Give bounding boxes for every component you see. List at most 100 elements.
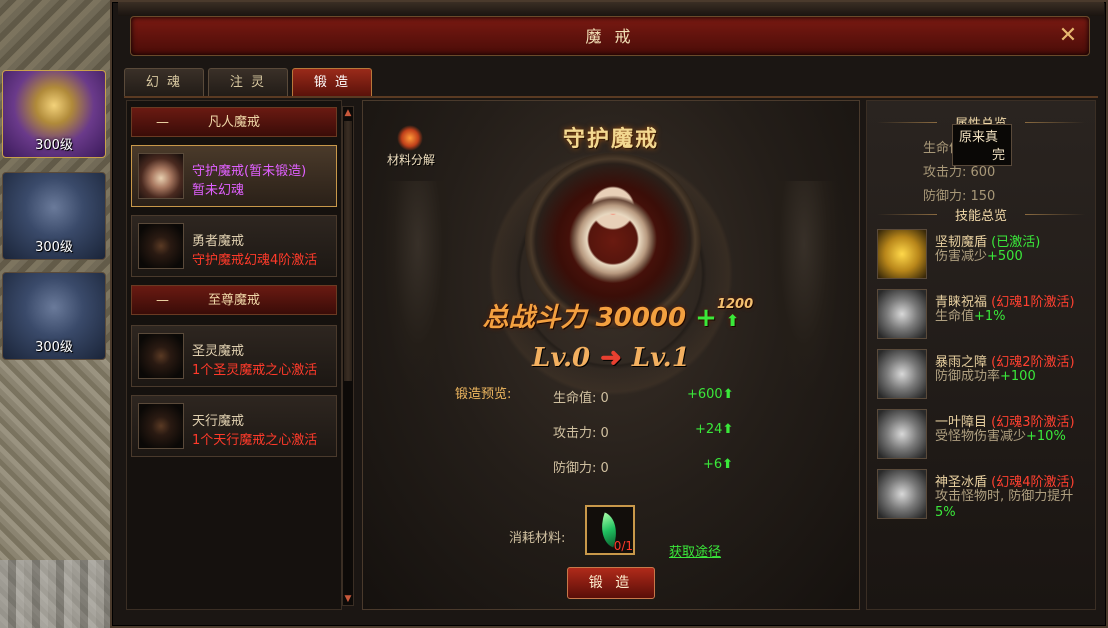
hero-level: 300级 xyxy=(35,340,73,355)
get-path-link[interactable]: 获取途径 xyxy=(669,541,721,560)
hero-level: 300级 xyxy=(35,240,73,255)
item-status: 暂未幻魂 xyxy=(192,183,245,198)
group-header-mortal[interactable]: — 凡人魔戒 xyxy=(131,107,337,137)
up-arrow-icon: ⬆ xyxy=(722,422,734,437)
level-to: Lv.1 xyxy=(631,343,690,373)
magic-ring-window: 魔 戒 ✕ 幻 魂 注 灵 锻 造 — 凡人魔戒 守护魔戒(暂未锻造) 暂未幻魂… xyxy=(110,0,1108,628)
skill-desc: 防御成功率+100 xyxy=(935,369,1036,384)
list-item-holy-ring[interactable]: 圣灵魔戒 1个圣灵魔戒之心激活 xyxy=(131,325,337,387)
stat-defense: 防御力: 0 xyxy=(553,457,609,476)
skill-name-line: 一叶障目 (幻魂3阶激活) xyxy=(935,415,1075,430)
hero-level: 300级 xyxy=(35,138,73,153)
skill-desc: 生命值+1% xyxy=(935,309,1006,324)
ring-title: 守护魔戒 xyxy=(562,127,659,152)
power-label: 总战斗力 xyxy=(482,303,587,333)
scroll-thumb[interactable] xyxy=(344,121,352,381)
list-scrollbar[interactable]: ▲ ▼ xyxy=(342,106,354,606)
up-arrow-icon: ⬆ xyxy=(726,311,740,330)
hero-portrait-1[interactable]: 300级 xyxy=(2,70,106,158)
up-arrow-icon: ⬆ xyxy=(722,387,734,402)
scroll-down-icon[interactable]: ▼ xyxy=(343,593,353,605)
skill-item[interactable]: 青睐祝福 (幻魂1阶激活) 生命值+1% xyxy=(877,287,1093,341)
item-name: 天行魔戒 xyxy=(192,414,245,429)
close-button[interactable]: ✕ xyxy=(1055,23,1081,49)
locked-ring-icon xyxy=(138,223,184,269)
skill-item[interactable]: 一叶障目 (幻魂3阶激活) 受怪物伤害减少+10% xyxy=(877,407,1093,461)
skill-name-line: 神圣冰盾 (幻魂4阶激活) xyxy=(935,475,1075,490)
item-status: 守护魔戒幻魂4阶激活 xyxy=(192,253,318,268)
stat-value: 0 xyxy=(600,461,609,476)
tab-bar: 幻 魂 注 灵 锻 造 xyxy=(124,68,372,96)
skill-name-line: 坚韧魔盾 (已激活) xyxy=(935,235,1041,250)
hero-portrait-3[interactable]: 300级 xyxy=(2,272,106,360)
tooltip-line: 原来真 xyxy=(959,130,999,145)
item-status: 1个圣灵魔戒之心激活 xyxy=(192,363,318,378)
skill-desc: 受怪物伤害减少+10% xyxy=(935,429,1066,444)
collapse-icon: — xyxy=(156,293,169,308)
stat-attack: 攻击力: 0 xyxy=(553,422,609,441)
item-status: 1个天行魔戒之心激活 xyxy=(192,433,318,448)
window-top-band xyxy=(118,2,1104,16)
stat-value: 0 xyxy=(600,426,609,441)
forge-panel: 材料分解 守护魔戒 总战斗力 30000 +1200 ⬆ Lv.0 ➜ Lv.1 锻… xyxy=(362,100,860,610)
stat-value: 0 xyxy=(600,391,609,406)
skill-item[interactable]: 暴雨之障 (幻魂2阶激活) 防御成功率+100 xyxy=(877,347,1093,401)
group-label: 凡人魔戒 xyxy=(207,115,260,130)
hero-portrait-2[interactable]: 300级 xyxy=(2,172,106,260)
decompose-label: 材料分解 xyxy=(386,153,435,167)
skill-name-line: 青睐祝福 (幻魂1阶激活) xyxy=(935,295,1075,310)
shield-skill-icon xyxy=(877,409,927,459)
background-blur xyxy=(0,560,110,628)
material-count: 0/1 xyxy=(613,539,633,553)
ring-image xyxy=(561,179,665,283)
stat-increase-hp: +600⬆ xyxy=(687,387,734,402)
tab-divider xyxy=(124,96,1098,98)
scroll-up-icon[interactable]: ▲ xyxy=(343,107,353,119)
attr-defense: 防御力: 150 xyxy=(923,189,996,204)
arrow-right-icon: ➜ xyxy=(600,343,622,373)
item-name: 勇者魔戒 xyxy=(192,234,245,249)
material-slot[interactable]: 0/1 xyxy=(585,505,635,555)
skill-desc: 伤害减少+500 xyxy=(935,249,1023,264)
skill-item[interactable]: 神圣冰盾 (幻魂4阶激活) 攻击怪物时, 防御力提升 5% xyxy=(877,467,1093,521)
forge-button[interactable]: 锻 造 xyxy=(567,567,655,599)
item-name: 守护魔戒(暂未锻造) xyxy=(192,164,307,179)
game-scene: 300级 300级 300级 魔 戒 ✕ 幻 魂 注 灵 锻 造 — 凡人魔戒 … xyxy=(0,0,1108,628)
tooltip-line: 完 xyxy=(991,148,1005,163)
list-item-brave-ring[interactable]: 勇者魔戒 守护魔戒幻魂4阶激活 xyxy=(131,215,337,277)
power-increase: 1200 xyxy=(716,297,754,312)
list-item-sky-ring[interactable]: 天行魔戒 1个天行魔戒之心激活 xyxy=(131,395,337,457)
locked-ring-icon xyxy=(138,333,184,379)
stat-label: 生命值: xyxy=(553,391,597,406)
consume-label: 消耗材料: xyxy=(509,531,566,546)
ring-list-panel: — 凡人魔戒 守护魔戒(暂未锻造) 暂未幻魂 勇者魔戒 守护魔戒幻魂4阶激活 —… xyxy=(126,100,342,610)
stat-hp: 生命值: 0 xyxy=(553,387,609,406)
stat-label: 防御力: xyxy=(553,461,597,476)
tab-infuse-spirit[interactable]: 注 灵 xyxy=(208,68,288,96)
skill-item[interactable]: 坚韧魔盾 (已激活) 伤害减少+500 xyxy=(877,227,1093,281)
skill-name-line: 暴雨之障 (幻魂2阶激活) xyxy=(935,355,1075,370)
locked-ring-icon xyxy=(138,403,184,449)
up-arrow-icon: ⬆ xyxy=(722,457,734,472)
skill-overview-title: 技能总览 xyxy=(867,205,1095,224)
group-label: 至尊魔戒 xyxy=(207,293,260,308)
group-header-supreme[interactable]: — 至尊魔戒 xyxy=(131,285,337,315)
stat-increase-attack: +24⬆ xyxy=(695,422,734,437)
tooltip: 原来真 完 xyxy=(952,124,1012,166)
ring-icon xyxy=(138,153,184,199)
level-change: Lv.0 ➜ Lv.1 xyxy=(363,343,859,373)
tab-forge[interactable]: 锻 造 xyxy=(292,68,372,96)
shield-skill-icon xyxy=(877,289,927,339)
shield-skill-icon xyxy=(877,469,927,519)
forge-preview-label: 锻造预览: xyxy=(455,387,512,402)
power-value: 30000 xyxy=(595,303,687,333)
window-title: 魔 戒 xyxy=(585,27,635,46)
shield-skill-icon xyxy=(877,349,927,399)
overview-panel: 属性总览 生命值: 15000 攻击力: 600 防御力: 150 技能总览 坚… xyxy=(866,100,1096,610)
combat-power: 总战斗力 30000 +1200 ⬆ xyxy=(363,297,859,334)
tab-phantom-soul[interactable]: 幻 魂 xyxy=(124,68,204,96)
list-item-guardian-ring[interactable]: 守护魔戒(暂未锻造) 暂未幻魂 xyxy=(131,145,337,207)
level-from: Lv.0 xyxy=(532,343,591,373)
shield-skill-icon xyxy=(877,229,927,279)
power-plus: + xyxy=(695,303,717,333)
